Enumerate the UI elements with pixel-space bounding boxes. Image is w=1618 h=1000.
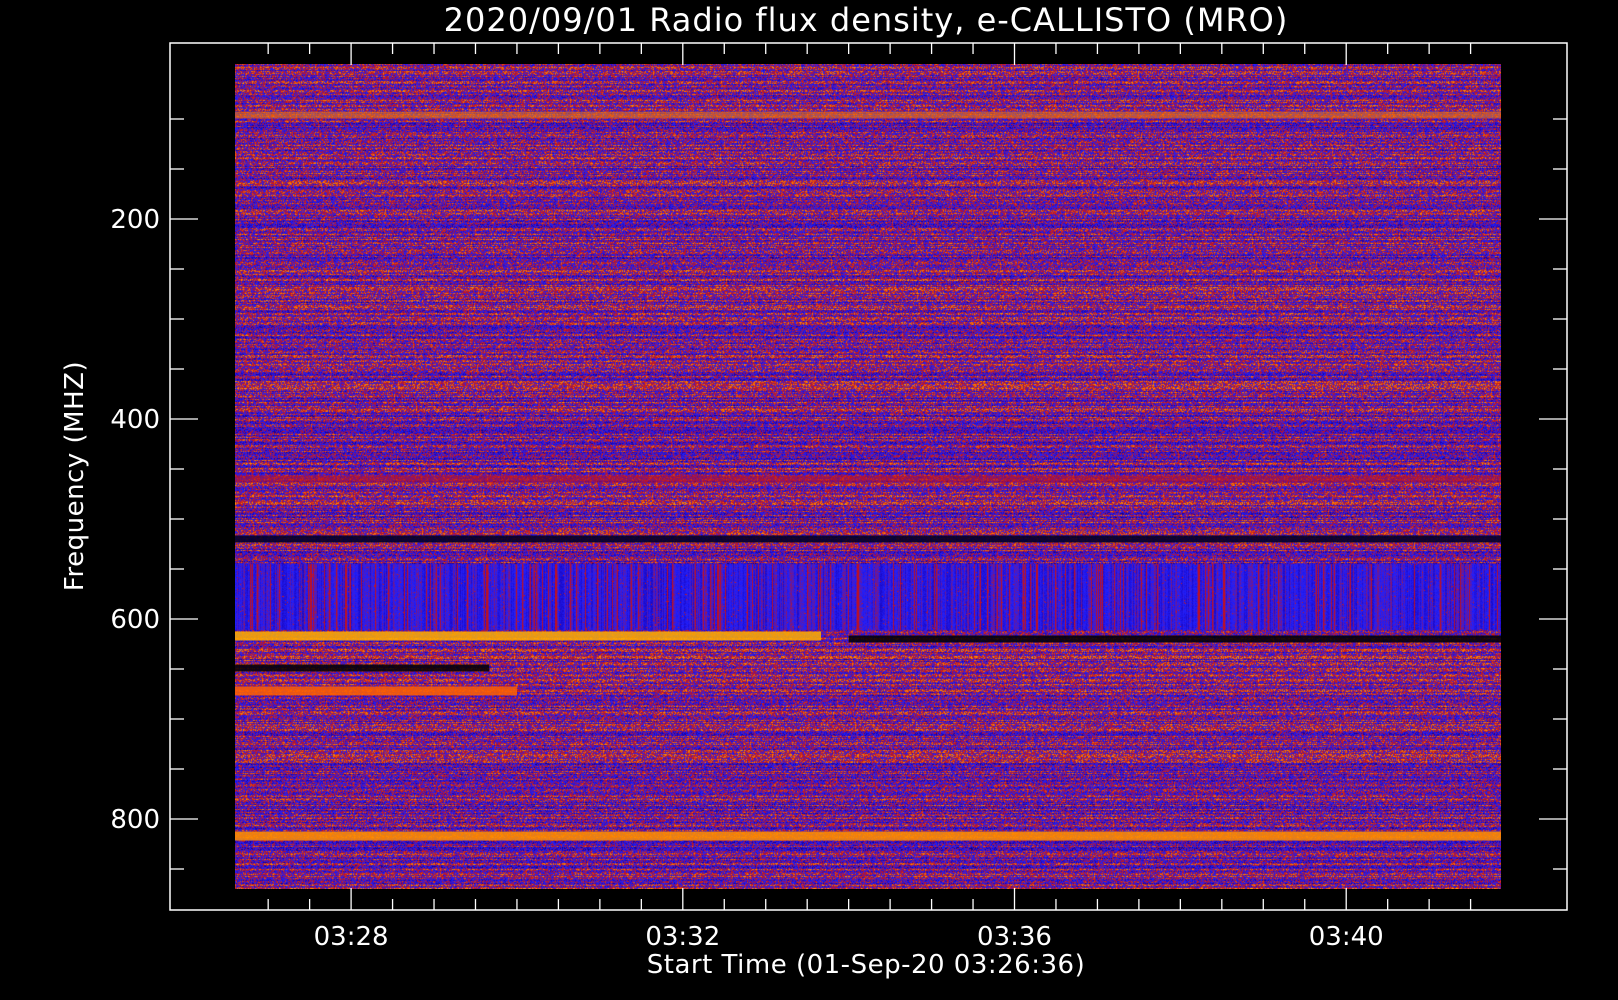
feature-band-520mhz [235, 535, 1501, 543]
feature-band-617mhz [235, 631, 822, 641]
x-axis-label: Start Time (01-Sep-20 03:26:36) [647, 950, 1085, 980]
x-tick-label: 03:32 [645, 922, 720, 952]
x-tick-label: 03:28 [314, 922, 389, 952]
x-tick-label: 03:40 [1309, 922, 1384, 952]
y-tick-label: 600 [110, 605, 160, 635]
x-tick-label: 03:36 [977, 922, 1052, 952]
y-tick-label: 200 [110, 205, 160, 235]
feature-band-649mhz [235, 664, 490, 672]
feature-band-460mhz [235, 475, 1501, 483]
y-tick-label: 400 [110, 405, 160, 435]
chart-title: 2020/09/01 Radio flux density, e-CALLIST… [444, 1, 1289, 39]
y-axis-label: Frequency (MHZ) [60, 361, 90, 591]
feature-band-96mhz [235, 111, 1501, 119]
feature-band-620mhz [848, 635, 1501, 643]
feature-band-672mhz [235, 686, 517, 696]
feature-band-817mhz [235, 831, 1501, 841]
y-tick-label: 800 [110, 805, 160, 835]
spectrogram-chart: 2020/09/01 Radio flux density, e-CALLIST… [0, 0, 1618, 1000]
